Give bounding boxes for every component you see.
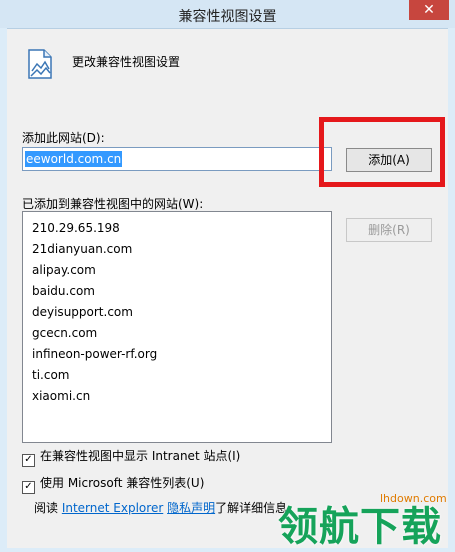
window-title: 兼容性视图设置 bbox=[178, 9, 277, 25]
webpage-icon bbox=[28, 49, 52, 79]
footer-prefix: 阅读 bbox=[34, 501, 62, 515]
list-item[interactable]: baidu.com bbox=[23, 281, 331, 302]
list-item[interactable]: deyisupport.com bbox=[23, 302, 331, 323]
close-button[interactable]: ✕ bbox=[409, 0, 449, 20]
add-site-label: 添加此网站(D): bbox=[22, 131, 105, 145]
sites-list[interactable]: 210.29.65.198 21dianyuan.com alipay.com … bbox=[22, 211, 332, 443]
microsoft-list-checkbox[interactable]: ✓ bbox=[22, 481, 35, 494]
remove-button[interactable]: 删除(R) bbox=[346, 218, 432, 242]
list-item[interactable]: 210.29.65.198 bbox=[23, 218, 331, 239]
intranet-option[interactable]: ✓ 在兼容性视图中显示 Intranet 站点(I) bbox=[22, 447, 240, 467]
dialog-body: 更改兼容性视图设置 添加此网站(D): eeworld.com.cn 添加(A)… bbox=[7, 28, 448, 548]
list-item[interactable]: xiaomi.cn bbox=[23, 386, 331, 407]
footer-suffix: 了解详细信息 bbox=[215, 501, 288, 515]
watermark-logo: 领航下载 bbox=[278, 504, 442, 550]
add-site-input[interactable]: eeworld.com.cn bbox=[22, 147, 332, 171]
list-item[interactable]: infineon-power-rf.org bbox=[23, 344, 331, 365]
microsoft-list-option[interactable]: ✓ 使用 Microsoft 兼容性列表(U) bbox=[22, 474, 204, 494]
highlight-box bbox=[319, 117, 445, 187]
input-value: eeworld.com.cn bbox=[25, 151, 123, 167]
list-item[interactable]: alipay.com bbox=[23, 260, 331, 281]
list-item[interactable]: ti.com bbox=[23, 365, 331, 386]
microsoft-list-label: 使用 Microsoft 兼容性列表(U) bbox=[40, 476, 205, 490]
intranet-label: 在兼容性视图中显示 Intranet 站点(I) bbox=[40, 449, 241, 463]
added-sites-label: 已添加到兼容性视图中的网站(W): bbox=[22, 197, 204, 211]
footer: 阅读 Internet Explorer 隐私声明了解详细信息 bbox=[34, 499, 287, 516]
header-text: 更改兼容性视图设置 bbox=[72, 55, 181, 69]
list-item[interactable]: 21dianyuan.com bbox=[23, 239, 331, 260]
list-item[interactable]: gcecn.com bbox=[23, 323, 331, 344]
title-bar: 兼容性视图设置 ✕ bbox=[0, 0, 455, 28]
intranet-checkbox[interactable]: ✓ bbox=[22, 454, 35, 467]
ie-link[interactable]: Internet Explorer bbox=[62, 501, 163, 515]
privacy-link[interactable]: 隐私声明 bbox=[167, 501, 215, 515]
